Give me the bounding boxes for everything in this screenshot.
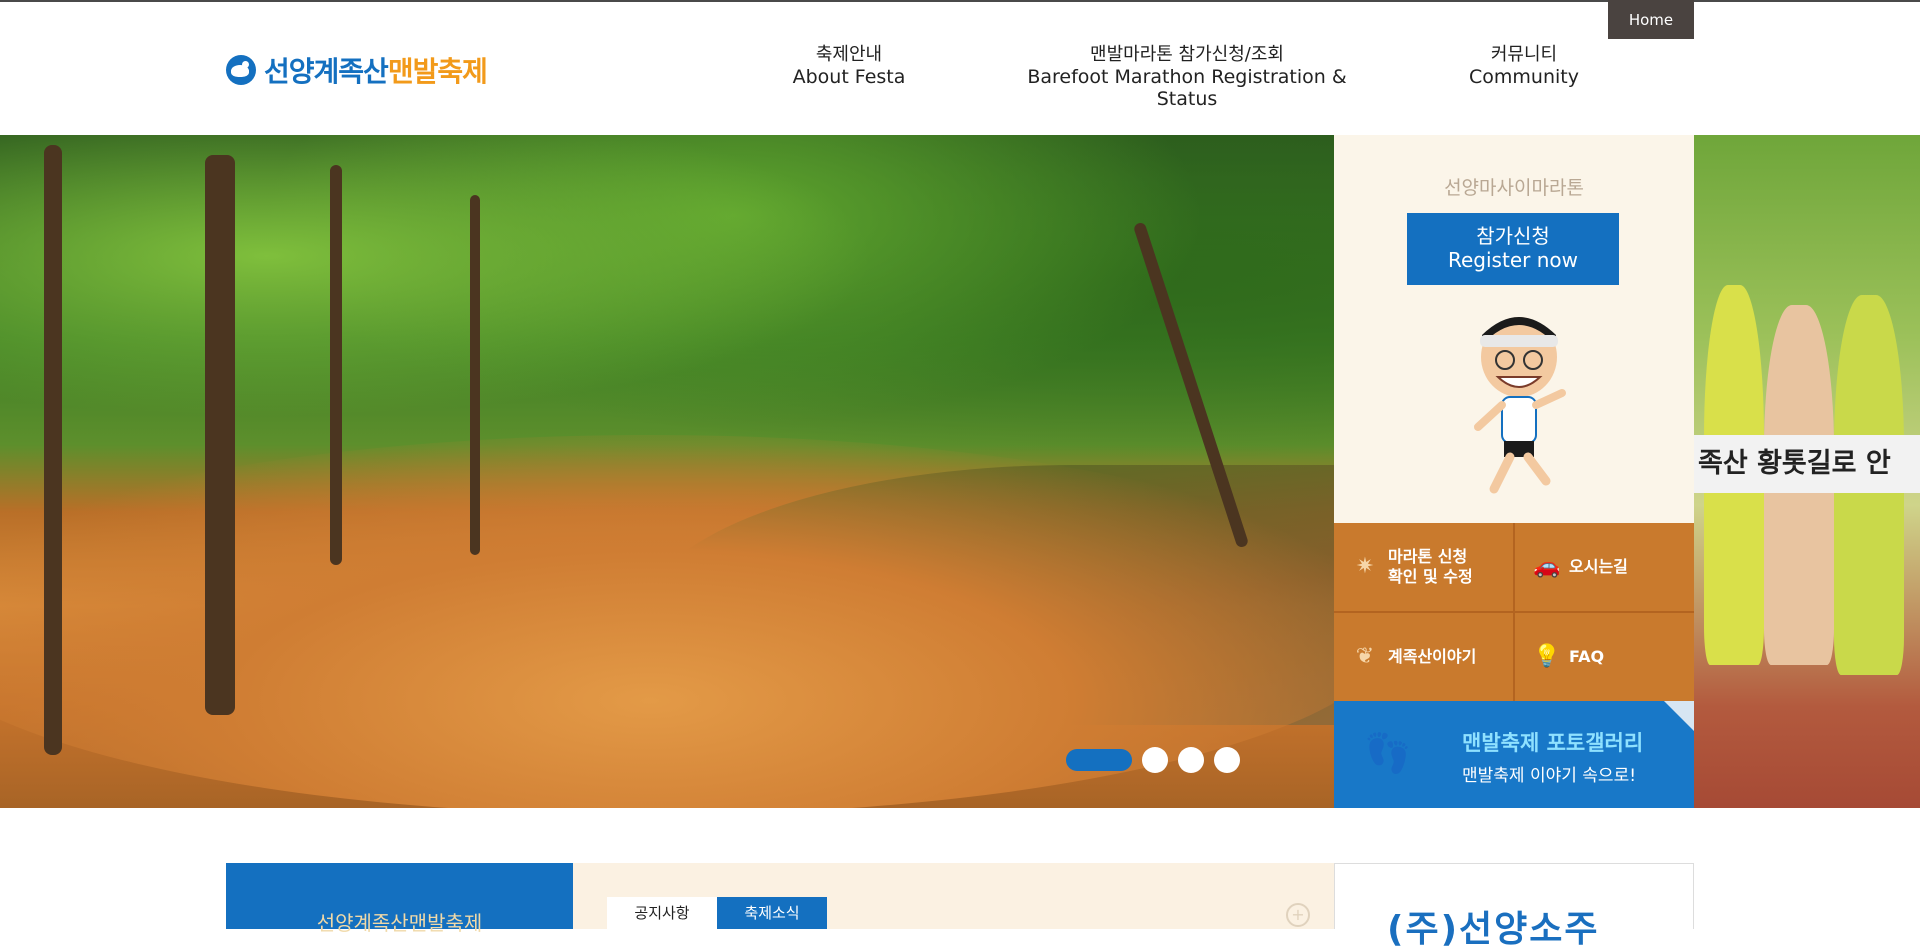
hero-slideshow[interactable]: [0, 135, 1334, 808]
festival-banner: 족산 황톳길로 안: [1694, 435, 1920, 493]
nav-about-festa[interactable]: 축제안내 About Festa: [769, 44, 929, 88]
lightbulb-icon: 💡: [1533, 644, 1561, 669]
slide-dot-active[interactable]: [1066, 749, 1132, 771]
leaf-icon: ❦: [1355, 644, 1375, 669]
car-icon: 🚗: [1533, 554, 1561, 579]
photo-gallery-banner[interactable]: 👣 맨발축제 포토갤러리 맨발축제 이야기 속으로!: [1334, 701, 1694, 808]
slide-pagination: [1066, 747, 1240, 773]
sponsor-logo: (주)선양소주: [1387, 909, 1600, 950]
tree-trunk: [330, 165, 342, 565]
tree-trunk: [44, 145, 62, 755]
sponsor-box[interactable]: (주)선양소주: [1334, 863, 1694, 950]
register-now-button[interactable]: 참가신청 Register now: [1407, 213, 1619, 285]
nav-community-ko: 커뮤니티: [1490, 44, 1558, 65]
quick-link-faq[interactable]: 💡 FAQ: [1515, 613, 1694, 701]
nav-about-festa-en: About Festa: [792, 66, 906, 88]
corner-fold: [1664, 701, 1694, 731]
footprint-logo-icon: [226, 55, 256, 85]
quick-link-directions[interactable]: 🚗 오시는길: [1515, 523, 1694, 611]
slide-dot[interactable]: [1214, 747, 1240, 773]
logo-text: 선양계족산맨발축제: [264, 55, 488, 88]
tree-trunk: [205, 155, 235, 715]
festival-info-box: 선양계족산맨발축제: [226, 863, 573, 935]
slide-dot[interactable]: [1178, 747, 1204, 773]
gallery-title: 맨발축제 포토갤러리: [1462, 731, 1644, 755]
quick-link-label: FAQ: [1569, 647, 1605, 666]
runner-mascot: [1474, 317, 1566, 494]
nav-about-festa-ko: 축제안내: [815, 44, 883, 65]
more-plus-icon[interactable]: +: [1286, 903, 1310, 927]
home-button[interactable]: Home: [1608, 0, 1694, 39]
nav-marathon-registration-en: Barefoot Marathon Registration & Status: [1027, 66, 1347, 110]
nav-community[interactable]: 커뮤니티 Community: [1444, 44, 1604, 88]
secondary-slide-preview[interactable]: 족산 황톳길로 안: [1694, 135, 1920, 808]
quick-link-label: 오시는길: [1569, 557, 1628, 576]
nav-community-en: Community: [1469, 66, 1579, 88]
nav-marathon-registration[interactable]: 맨발마라톤 참가신청/조회 Barefoot Marathon Registra…: [1020, 44, 1354, 110]
site-logo[interactable]: 선양계족산맨발축제: [226, 52, 488, 88]
tab-notices[interactable]: 공지사항: [607, 897, 717, 929]
marathon-promo: 선양마사이마라톤 참가신청 Register now: [1334, 135, 1694, 523]
festival-info-title: 선양계족산맨발축제: [316, 911, 483, 935]
promo-title: 선양마사이마라톤: [1444, 177, 1584, 199]
side-panel: 선양마사이마라톤 참가신청 Register now ✷ 마라톤 신청 확인 및 …: [1334, 135, 1694, 808]
register-label-en: Register now: [1448, 248, 1578, 272]
quick-links: ✷ 마라톤 신청 확인 및 수정 🚗 오시는길 ❦ 계족산이야기 💡 FAQ: [1334, 523, 1694, 701]
register-label-ko: 참가신청: [1476, 224, 1550, 248]
tab-festival-news[interactable]: 축제소식: [717, 897, 827, 929]
quick-link-label: 마라톤 신청 확인 및 수정: [1388, 547, 1473, 586]
quick-link-gyejoksan-story[interactable]: ❦ 계족산이야기: [1334, 613, 1513, 701]
notice-board: 공지사항 축제소식 +: [573, 863, 1334, 929]
quick-link-label: 계족산이야기: [1388, 647, 1477, 666]
slide-dot[interactable]: [1142, 747, 1168, 773]
nav-marathon-registration-ko: 맨발마라톤 참가신청/조회: [1090, 44, 1284, 65]
star-icon: ✷: [1355, 554, 1375, 579]
gallery-subtitle: 맨발축제 이야기 속으로!: [1462, 766, 1637, 786]
tree-trunk: [470, 195, 480, 555]
footprints-icon: 👣: [1364, 731, 1412, 775]
quick-link-marathon-check[interactable]: ✷ 마라톤 신청 확인 및 수정: [1334, 523, 1513, 611]
